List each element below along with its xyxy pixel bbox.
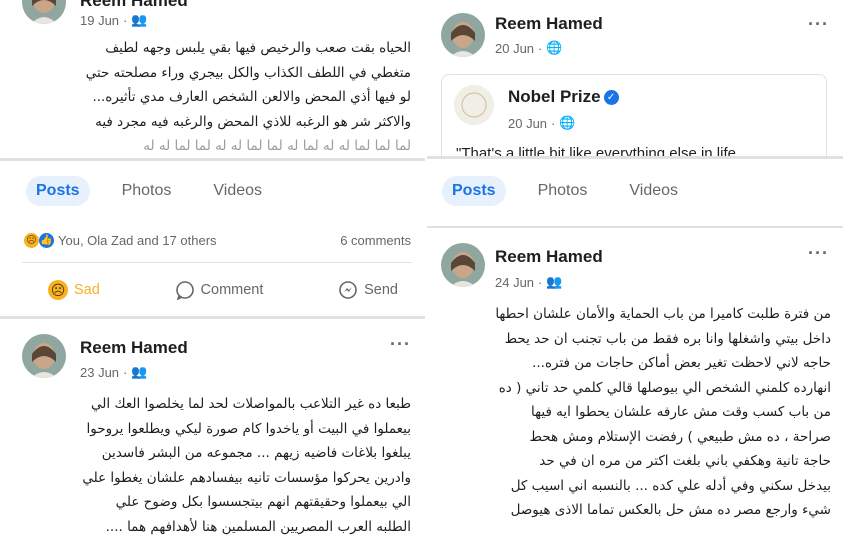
post-text: طبعا ده غير التلاعب بالمواصلات لحد لما ي…	[82, 396, 411, 535]
shared-post[interactable]: Nobel Prize ✓ 20 Jun · 🌐 "That's a little…	[441, 74, 827, 158]
reaction-summary[interactable]: ☹ 👍 You, Ola Zad and 17 others	[24, 233, 217, 248]
tab-photos[interactable]: Photos	[112, 176, 182, 206]
avatar-image	[22, 0, 66, 24]
post-meta: 19 Jun · 👥	[80, 12, 148, 28]
author-name[interactable]: Reem Hamed	[495, 247, 603, 267]
post-meta: 20 Jun · 🌐	[495, 40, 563, 56]
right-bottom-post: Reem Hamed 24 Jun · 👥 ··· من فترة طلبت ك…	[427, 229, 843, 547]
right-top-post: Reem Hamed 20 Jun · 🌐 ··· Nobel Prize ✓ 2…	[427, 0, 843, 158]
post-meta: 24 Jun · 👥	[495, 274, 563, 290]
tab-posts[interactable]: Posts	[442, 176, 506, 206]
author-name[interactable]: Reem Hamed	[80, 0, 188, 11]
post-meta: 23 Jun · 👥	[80, 364, 148, 380]
like-reaction-icon: 👍	[39, 233, 54, 248]
tab-videos[interactable]: Videos	[203, 176, 272, 206]
shared-meta: 20 Jun · 🌐	[508, 115, 576, 131]
messenger-icon	[339, 281, 357, 299]
sad-icon: ☹	[48, 280, 68, 300]
profile-tabs-right: Posts Photos Videos	[442, 176, 688, 206]
avatar[interactable]	[441, 243, 485, 287]
post-date[interactable]: 20 Jun	[495, 41, 534, 56]
more-options-icon[interactable]: ···	[808, 243, 829, 264]
globe-icon: 🌐	[559, 115, 576, 130]
nobel-prize-avatar[interactable]	[454, 85, 494, 125]
post-actions: ☹ Sad Comment Send	[48, 280, 398, 300]
divider	[427, 226, 843, 228]
avatar-image	[22, 334, 66, 378]
comments-count[interactable]: 6 comments	[340, 233, 411, 248]
avatar[interactable]	[22, 334, 66, 378]
avatar-image	[441, 243, 485, 287]
avatar[interactable]	[22, 0, 66, 24]
divider	[0, 316, 425, 319]
friends-icon: 👥	[546, 274, 563, 289]
divider	[22, 262, 412, 263]
tab-videos[interactable]: Videos	[619, 176, 688, 206]
tab-posts[interactable]: Posts	[26, 176, 90, 206]
sad-button[interactable]: ☹ Sad	[48, 280, 100, 300]
avatar-image	[441, 13, 485, 57]
verified-badge-icon: ✓	[603, 90, 619, 106]
comment-button[interactable]: Comment	[175, 280, 263, 300]
post-date[interactable]: 23 Jun	[80, 365, 119, 380]
post-date[interactable]: 24 Jun	[495, 275, 534, 290]
sad-reaction-icon: ☹	[24, 233, 39, 248]
post-date[interactable]: 19 Jun	[80, 13, 119, 28]
post-text: من فترة طلبت كاميرا من باب الحماية والأم…	[495, 306, 831, 518]
author-name[interactable]: Reem Hamed	[80, 338, 188, 358]
comment-icon	[175, 281, 194, 300]
profile-tabs-left: Posts Photos Videos	[26, 176, 272, 206]
avatar[interactable]	[441, 13, 485, 57]
friends-icon: 👥	[131, 12, 148, 27]
left-bottom-post: Reem Hamed 23 Jun · 👥 ··· طبعا ده غير ال…	[0, 320, 425, 547]
nobel-logo-icon	[454, 85, 494, 125]
friends-icon: 👥	[131, 364, 148, 379]
reactors-text: You, Ola Zad and 17 others	[58, 233, 217, 248]
divider	[427, 156, 843, 159]
tab-photos[interactable]: Photos	[528, 176, 598, 206]
divider	[0, 158, 425, 161]
more-options-icon[interactable]: ···	[390, 334, 411, 355]
send-button[interactable]: Send	[338, 280, 398, 300]
more-options-icon[interactable]: ···	[808, 14, 829, 35]
author-name[interactable]: Reem Hamed	[495, 14, 603, 34]
shared-date[interactable]: 20 Jun	[508, 116, 547, 131]
post-text: الحياه بقت صعب والرخيص فيها بقي يلبس وجه…	[85, 40, 411, 154]
shared-author[interactable]: Nobel Prize ✓	[508, 87, 619, 107]
left-top-post: 19 Jun · 👥 الحياه بقت صعب والرخيص فيها ب…	[0, 0, 425, 160]
globe-icon: 🌐	[546, 40, 563, 55]
